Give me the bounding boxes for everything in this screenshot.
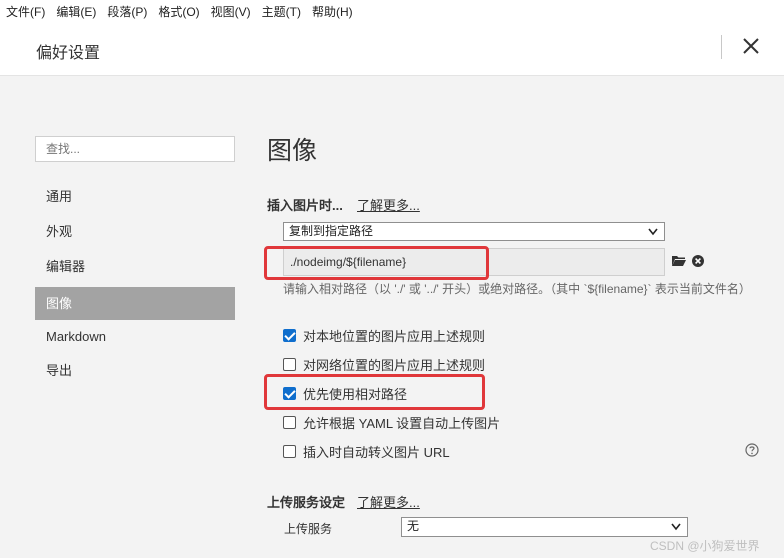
learn-more-link[interactable]: 了解更多... — [357, 195, 420, 214]
page-title: 图像 — [267, 137, 318, 165]
folder-icon[interactable] — [672, 255, 686, 267]
chevron-down-icon — [671, 523, 681, 531]
help-icon[interactable] — [745, 443, 759, 457]
checkbox-label: 对本地位置的图片应用上述规则 — [303, 328, 486, 344]
close-icon[interactable] — [741, 36, 761, 56]
upload-service-label: 上传服务 — [284, 522, 333, 536]
checkbox-label: 插入时自动转义图片 URL — [303, 444, 450, 460]
checkbox-local-images[interactable] — [283, 328, 296, 342]
sidebar-item-general[interactable]: 通用 — [35, 180, 235, 213]
dialog-title: 偏好设置 — [36, 45, 101, 62]
sidebar-item-editor[interactable]: 编辑器 — [35, 250, 235, 283]
sidebar-item-export[interactable]: 导出 — [35, 354, 235, 387]
checkbox-row-local-images[interactable]: 对本地位置的图片应用上述规则 — [283, 325, 485, 345]
menu-help[interactable]: 帮助(H) — [312, 3, 353, 20]
checkbox-label: 对网络位置的图片应用上述规则 — [303, 357, 486, 373]
checkbox-escape-url[interactable] — [283, 444, 296, 458]
checkbox-row-escape-url[interactable]: 插入时自动转义图片 URL — [283, 441, 450, 461]
image-path-input[interactable] — [283, 248, 665, 276]
upload-service-select[interactable]: 无 — [401, 517, 688, 537]
upload-service-value: 无 — [407, 519, 420, 533]
checkbox-label: 优先使用相对路径 — [303, 386, 408, 402]
checkbox-yaml-upload[interactable] — [283, 415, 296, 429]
sidebar-item-markdown[interactable]: Markdown — [35, 320, 235, 353]
preferences-header: 偏好设置 — [0, 22, 784, 76]
clear-icon[interactable] — [692, 255, 704, 267]
sidebar-item-appearance[interactable]: 外观 — [35, 215, 235, 248]
insert-section-title: 插入图片时... — [267, 198, 343, 213]
search-input[interactable] — [35, 136, 235, 162]
upload-learn-more-link[interactable]: 了解更多... — [357, 492, 420, 511]
checkbox-row-yaml-upload[interactable]: 允许根据 YAML 设置自动上传图片 — [283, 412, 500, 432]
checkbox-row-network-images[interactable]: 对网络位置的图片应用上述规则 — [283, 354, 485, 374]
menu-paragraph[interactable]: 段落(P) — [107, 3, 147, 20]
menu-edit[interactable]: 编辑(E) — [56, 3, 96, 20]
upload-section-title: 上传服务设定 — [267, 495, 346, 510]
insert-action-select[interactable]: 复制到指定路径 — [283, 222, 665, 241]
path-hint-text: 请输入相对路径（以 './' 或 '../' 开头）或绝对路径。（其中 `${f… — [283, 282, 751, 296]
menu-file[interactable]: 文件(F) — [6, 3, 45, 20]
checkbox-row-relative-path[interactable]: 优先使用相对路径 — [283, 383, 407, 403]
menu-view[interactable]: 视图(V) — [211, 3, 251, 20]
menu-format[interactable]: 格式(O) — [158, 3, 199, 20]
watermark-text: CSDN @小狗爱世界 — [650, 539, 760, 553]
sidebar-item-image[interactable]: 图像 — [35, 287, 235, 320]
header-divider — [721, 35, 722, 59]
menu-theme[interactable]: 主题(T) — [262, 3, 301, 20]
checkbox-network-images[interactable] — [283, 357, 296, 371]
chevron-down-icon — [648, 228, 658, 236]
insert-action-value: 复制到指定路径 — [289, 224, 374, 238]
menu-bar: 文件(F) 编辑(E) 段落(P) 格式(O) 视图(V) 主题(T) 帮助(H… — [0, 0, 784, 22]
checkbox-label: 允许根据 YAML 设置自动上传图片 — [303, 415, 501, 431]
checkbox-relative-path[interactable] — [283, 386, 296, 400]
